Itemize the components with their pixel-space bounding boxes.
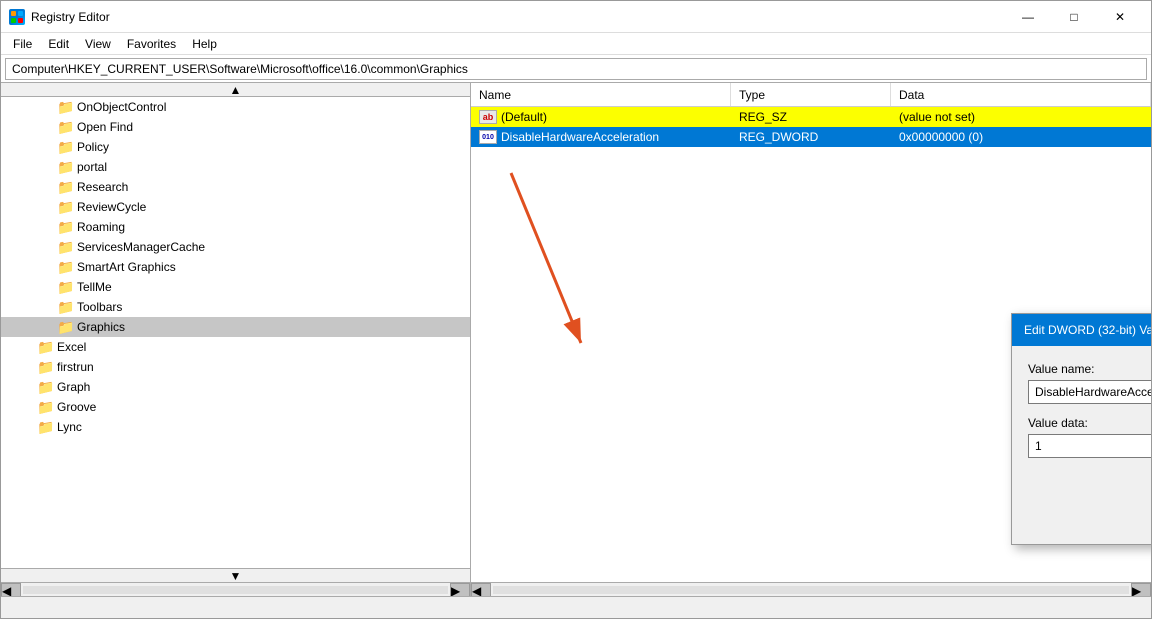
tree-item-label: TellMe	[77, 280, 112, 294]
main-content: ▲ 📁 OnObjectControl 📁 Open Find 📁 Policy	[1, 83, 1151, 596]
address-bar	[1, 55, 1151, 83]
folder-icon: 📁	[37, 380, 53, 394]
value-name-label: Value name:	[1028, 362, 1151, 376]
folder-icon: 📁	[57, 120, 73, 134]
tree-item-policy[interactable]: 📁 Policy	[1, 137, 470, 157]
annotation-arrow	[471, 163, 651, 403]
tree-item-label: Graphics	[77, 320, 125, 334]
dialog-data-row: Value data: Base Hexadecimal	[1028, 416, 1151, 478]
folder-icon: 📁	[57, 200, 73, 214]
tree-item-label: Excel	[57, 340, 86, 354]
dialog-data-section: Value data:	[1028, 416, 1151, 458]
tree-item-label: portal	[77, 160, 107, 174]
window-controls: — □ ✕	[1005, 1, 1143, 33]
tree-item-label: SmartArt Graphics	[77, 260, 176, 274]
tree-item-label: Open Find	[77, 120, 133, 134]
tree-item-toolbars[interactable]: 📁 Toolbars	[1, 297, 470, 317]
folder-icon: 📁	[57, 220, 73, 234]
tree-item-label: Lync	[57, 420, 82, 434]
folder-icon: 📁	[57, 320, 73, 334]
dialog-buttons: OK Cancel	[1028, 494, 1151, 528]
hscrollbar-track	[23, 586, 448, 594]
value-data-input[interactable]	[1028, 434, 1151, 458]
tree-item-label: firstrun	[57, 360, 94, 374]
address-input[interactable]	[5, 58, 1147, 80]
tree-scroll-area[interactable]: 📁 OnObjectControl 📁 Open Find 📁 Policy 📁	[1, 97, 470, 568]
folder-icon: 📁	[57, 240, 73, 254]
tree-item-research[interactable]: 📁 Research	[1, 177, 470, 197]
registry-tree-pane: ▲ 📁 OnObjectControl 📁 Open Find 📁 Policy	[1, 83, 471, 596]
tree-item-label: OnObjectControl	[77, 100, 166, 114]
app-icon	[9, 9, 25, 25]
folder-icon: 📁	[37, 360, 53, 374]
tree-item-firstrun[interactable]: 📁 firstrun	[1, 357, 470, 377]
window-title: Registry Editor	[31, 10, 1005, 24]
tree-scroll-down[interactable]: ▼	[1, 568, 470, 582]
folder-icon: 📁	[57, 160, 73, 174]
close-button[interactable]: ✕	[1097, 1, 1143, 33]
status-bar	[1, 596, 1151, 618]
tree-item-label: Graph	[57, 380, 90, 394]
tree-item-label: Groove	[57, 400, 96, 414]
registry-values-pane: Name Type Data ab (Default) REG_SZ (valu…	[471, 83, 1151, 596]
folder-icon: 📁	[37, 400, 53, 414]
tree-item-graph[interactable]: 📁 Graph	[1, 377, 470, 397]
dialog-overlay: Edit DWORD (32-bit) Value ✕ Value name: …	[471, 83, 1151, 596]
tree-item-openfind[interactable]: 📁 Open Find	[1, 117, 470, 137]
dialog-title: Edit DWORD (32-bit) Value	[1024, 323, 1151, 337]
dialog-title-bar: Edit DWORD (32-bit) Value ✕	[1012, 314, 1151, 346]
tree-item-label: Research	[77, 180, 128, 194]
edit-dword-dialog: Edit DWORD (32-bit) Value ✕ Value name: …	[1011, 313, 1151, 545]
tree-item-graphics[interactable]: 📁 Graphics	[1, 317, 470, 337]
folder-icon: 📁	[57, 280, 73, 294]
tree-item-label: Roaming	[77, 220, 125, 234]
value-data-label: Value data:	[1028, 416, 1151, 430]
folder-icon: 📁	[57, 180, 73, 194]
maximize-button[interactable]: □	[1051, 1, 1097, 33]
menu-view[interactable]: View	[77, 35, 119, 53]
tree-item-label: ReviewCycle	[77, 200, 146, 214]
tree-item-servicesmanagercache[interactable]: 📁 ServicesManagerCache	[1, 237, 470, 257]
menu-file[interactable]: File	[5, 35, 40, 53]
tree-item-excel[interactable]: 📁 Excel	[1, 337, 470, 357]
folder-icon: 📁	[57, 300, 73, 314]
folder-icon: 📁	[57, 100, 73, 114]
tree-scroll-up[interactable]: ▲	[1, 83, 470, 97]
scroll-left-btn[interactable]: ◀	[1, 583, 21, 597]
value-name-input[interactable]	[1028, 380, 1151, 404]
registry-editor-window: Registry Editor — □ ✕ File Edit View Fav…	[0, 0, 1152, 619]
tree-item-label: ServicesManagerCache	[77, 240, 205, 254]
tree-item-label: Toolbars	[77, 300, 122, 314]
folder-icon: 📁	[57, 260, 73, 274]
tree-item-onobjectcontrol[interactable]: 📁 OnObjectControl	[1, 97, 470, 117]
minimize-button[interactable]: —	[1005, 1, 1051, 33]
tree-hscrollbar[interactable]: ◀ ▶	[1, 582, 470, 596]
folder-icon: 📁	[37, 340, 53, 354]
tree-item-groove[interactable]: 📁 Groove	[1, 397, 470, 417]
menu-favorites[interactable]: Favorites	[119, 35, 184, 53]
tree-item-reviewcycle[interactable]: 📁 ReviewCycle	[1, 197, 470, 217]
scroll-right-btn[interactable]: ▶	[450, 583, 470, 597]
title-bar: Registry Editor — □ ✕	[1, 1, 1151, 33]
menu-help[interactable]: Help	[184, 35, 225, 53]
dialog-body: Value name: Value data: Base	[1012, 346, 1151, 544]
menu-bar: File Edit View Favorites Help	[1, 33, 1151, 55]
folder-icon: 📁	[37, 420, 53, 434]
tree-item-label: Policy	[77, 140, 109, 154]
tree-item-tellme[interactable]: 📁 TellMe	[1, 277, 470, 297]
tree-item-roaming[interactable]: 📁 Roaming	[1, 217, 470, 237]
tree-item-portal[interactable]: 📁 portal	[1, 157, 470, 177]
tree-item-lync[interactable]: 📁 Lync	[1, 417, 470, 437]
folder-icon: 📁	[57, 140, 73, 154]
tree-item-smartartgraphics[interactable]: 📁 SmartArt Graphics	[1, 257, 470, 277]
menu-edit[interactable]: Edit	[40, 35, 77, 53]
